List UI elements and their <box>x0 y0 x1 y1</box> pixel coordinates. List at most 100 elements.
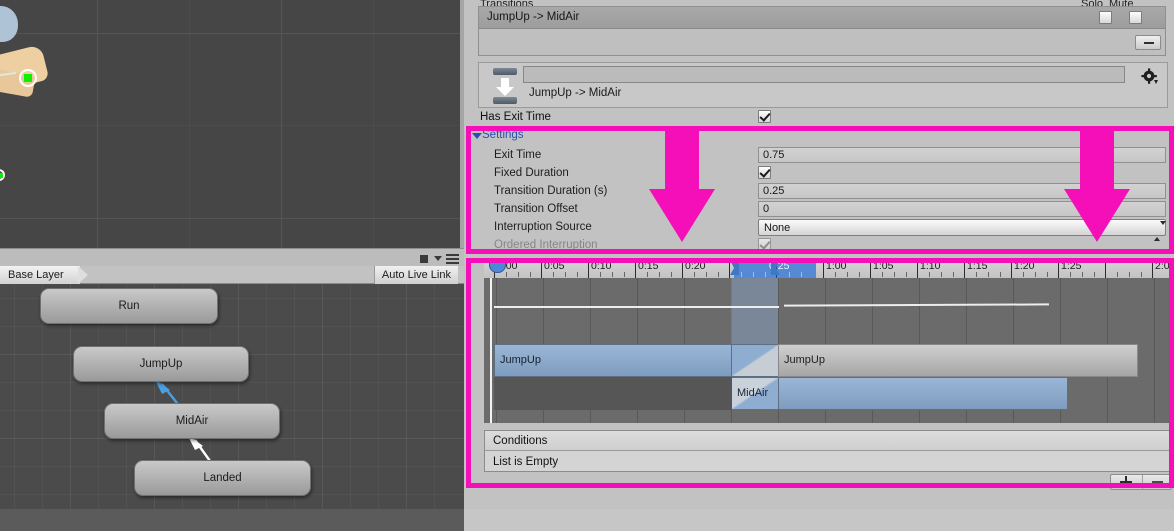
interruption-source-dropdown[interactable]: None <box>758 219 1166 241</box>
auto-live-link-button[interactable]: Auto Live Link <box>373 266 458 284</box>
setting-label: Transition Duration (s) <box>494 185 608 197</box>
transition-name-input[interactable] <box>523 66 1125 83</box>
interruption-source-value: None <box>764 222 791 234</box>
inspector-bottom-strip <box>464 509 1174 531</box>
timeline-cursor[interactable] <box>490 278 492 423</box>
transition-icon <box>489 67 521 105</box>
state-node-midair[interactable]: MidAir <box>104 403 280 439</box>
ruler-tick-label: 0:05 <box>544 260 565 272</box>
timeline-clip-jumpup-inactive[interactable]: JumpUp <box>778 344 1138 377</box>
scene-grid-line <box>281 0 282 248</box>
graph-grid-line <box>0 326 464 327</box>
timeline-clip-fade-in[interactable]: MidAir <box>732 377 778 410</box>
graph-grid-line <box>0 382 464 383</box>
gear-icon[interactable] <box>1141 68 1161 88</box>
lock-icon[interactable] <box>420 255 428 263</box>
inspector-panel: Transitions Solo Mute JumpUp -> MidAir J… <box>464 0 1174 531</box>
setting-row-transition-duration: Transition Duration (s) 0.25 <box>470 183 1172 201</box>
animator-toolbar: Base Layer Auto Live Link <box>0 266 464 284</box>
chevron-down-icon[interactable] <box>472 133 482 139</box>
remove-transition-button[interactable] <box>1135 35 1161 50</box>
setting-label: Transition Offset <box>494 203 578 215</box>
state-node-label: MidAir <box>175 415 209 427</box>
mute-checkbox[interactable] <box>1129 11 1142 24</box>
timeline-tracks[interactable]: JumpUp JumpUp MidAir <box>484 278 1172 423</box>
breadcrumb-separator-icon <box>78 266 88 284</box>
settings-title: Settings <box>482 129 524 141</box>
state-node-label: Run <box>118 300 140 312</box>
animator-window: Base Layer Auto Live Link Run JumpUp Mid… <box>0 266 464 531</box>
unity-editor-window: Base Layer Auto Live Link Run JumpUp Mid… <box>0 0 1174 531</box>
conditions-buttons <box>1110 474 1172 490</box>
conditions-list: Conditions List is Empty <box>484 430 1172 472</box>
transition-end-marker[interactable] <box>771 260 780 275</box>
gizmo-handle-dot-secondary[interactable] <box>0 173 3 178</box>
transition-inspector: Transitions Solo Mute JumpUp -> MidAir J… <box>464 0 1174 509</box>
scene-grid-line <box>0 33 460 34</box>
timeline-clip-label: JumpUp <box>500 354 541 366</box>
ruler-tick-label: 0:15 <box>638 260 659 272</box>
timeline-clip-midair[interactable] <box>778 377 1068 410</box>
blend-curve <box>783 303 1050 307</box>
timeline-clip-label: MidAir <box>737 387 769 399</box>
breadcrumb-base-layer[interactable]: Base Layer <box>0 266 80 284</box>
transition-preview-caption: JumpUp -> MidAir <box>529 87 622 99</box>
ruler-tick-label: 0:10 <box>591 260 612 272</box>
state-node-run[interactable]: Run <box>40 288 218 324</box>
transitions-list: JumpUp -> MidAir <box>478 6 1166 56</box>
setting-row-ordered-interruption: Ordered Interruption <box>470 237 1172 255</box>
add-condition-button[interactable] <box>1111 475 1142 489</box>
transition-list-row[interactable]: JumpUp -> MidAir <box>479 7 1165 29</box>
timeline-ruler[interactable]: 0:00 0:05 0:10 0:15 0:20 0:25 1:00 1:05 … <box>484 258 1172 278</box>
ruler-tick-label: 1:25 <box>1061 260 1082 272</box>
scene-grid-line <box>0 218 460 219</box>
timeline-clip-fade-out[interactable] <box>732 344 778 377</box>
setting-label: Ordered Interruption <box>494 239 598 251</box>
timeline-clip-label: JumpUp <box>784 354 825 366</box>
setting-row-fixed-duration: Fixed Duration <box>470 165 1172 183</box>
ruler-tick-label: 1:15 <box>967 260 988 272</box>
setting-label: Fixed Duration <box>494 167 569 179</box>
transition-preview-box: JumpUp -> MidAir <box>478 62 1168 108</box>
ruler-tick-label: 0:20 <box>685 260 706 272</box>
conditions-header: Conditions <box>485 431 1171 451</box>
setting-row-transition-offset: Transition Offset 0 <box>470 201 1172 219</box>
scene-grid-line <box>0 125 460 126</box>
state-node-label: JumpUp <box>139 358 183 370</box>
setting-row-exit-time: Exit Time 0.75 <box>470 147 1172 165</box>
has-exit-time-checkbox[interactable] <box>758 110 771 123</box>
remove-condition-button[interactable] <box>1142 475 1173 489</box>
blend-curve <box>494 306 779 308</box>
scene-view[interactable] <box>0 0 460 248</box>
has-exit-time-label: Has Exit Time <box>480 111 551 123</box>
ruler-tick-label: 1:10 <box>920 260 941 272</box>
solo-checkbox[interactable] <box>1099 11 1112 24</box>
character-head-shape <box>0 6 18 42</box>
scene-grid-line <box>373 0 374 248</box>
exit-time-input[interactable]: 0.75 <box>758 147 1166 163</box>
state-node-landed[interactable]: Landed <box>134 460 311 496</box>
ruler-tick-label: 1:00 <box>826 260 847 272</box>
timeline-clip-jumpup-active[interactable]: JumpUp <box>494 344 732 377</box>
ruler-tick-label: 1:20 <box>1014 260 1035 272</box>
fixed-duration-checkbox[interactable] <box>758 166 771 179</box>
scene-view-statusbar <box>0 248 464 266</box>
gizmo-handle-dot[interactable] <box>24 74 32 82</box>
conditions-empty-label: List is Empty <box>493 456 559 468</box>
transition-duration-input[interactable]: 0.25 <box>758 183 1166 199</box>
transition-start-marker[interactable] <box>730 260 739 275</box>
animator-state-graph[interactable]: Run JumpUp MidAir Landed <box>0 284 464 531</box>
ruler-tick-label: 2:0 <box>1155 260 1170 272</box>
conditions-header-label: Conditions <box>493 435 548 447</box>
scene-grid-line <box>189 0 190 248</box>
timeline-empty-region <box>494 377 732 410</box>
transition-offset-input[interactable]: 0 <box>758 201 1166 217</box>
scene-grid-line <box>97 0 98 248</box>
playhead-handle[interactable] <box>489 258 506 273</box>
chevron-down-icon[interactable] <box>434 256 442 261</box>
hamburger-menu-icon[interactable] <box>446 254 459 266</box>
setting-row-interruption-source: Interruption Source None <box>470 219 1172 241</box>
setting-label: Exit Time <box>494 149 542 161</box>
state-node-jumpup[interactable]: JumpUp <box>73 346 249 382</box>
transition-timeline: 0:00 0:05 0:10 0:15 0:20 0:25 1:00 1:05 … <box>470 258 1172 490</box>
